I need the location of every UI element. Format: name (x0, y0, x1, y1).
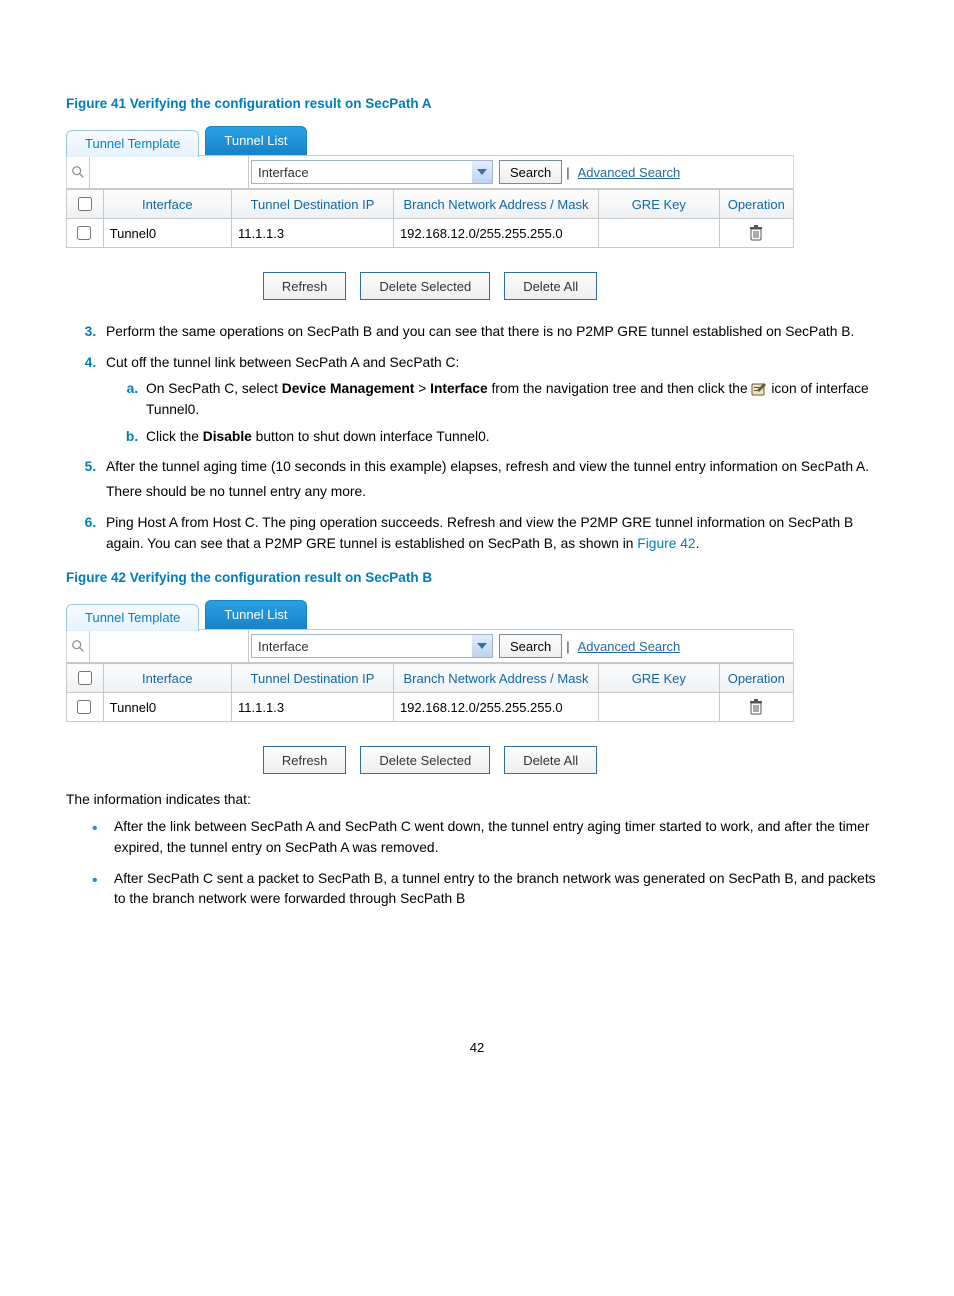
edit-icon (751, 382, 767, 396)
advanced-search-link[interactable]: Advanced Search (578, 165, 681, 180)
th-branch: Branch Network Address / Mask (393, 664, 598, 693)
page-number: 42 (66, 1040, 888, 1055)
table-header-row: Interface Tunnel Destination IP Branch N… (67, 664, 794, 693)
th-tunnel-destination-ip: Tunnel Destination IP (232, 664, 394, 693)
step-4a-text2: from the navigation tree and then click … (488, 381, 752, 396)
info-indicates: The information indicates that: (66, 792, 888, 807)
tab-tunnel-list[interactable]: Tunnel List (205, 126, 306, 155)
cell-tdestip: 11.1.1.3 (232, 219, 394, 248)
filter-select[interactable]: Interface (251, 634, 493, 658)
bullet-2: After SecPath C sent a packet to SecPath… (100, 869, 888, 910)
refresh-button[interactable]: Refresh (263, 746, 347, 774)
step-6-text2: . (696, 536, 700, 551)
separator: | (564, 165, 571, 180)
step-5-text: After the tunnel aging time (10 seconds … (106, 457, 888, 478)
figure-caption-42: Figure 42 Verifying the configuration re… (66, 570, 888, 585)
row-checkbox[interactable] (77, 226, 91, 240)
th-tunnel-destination-ip: Tunnel Destination IP (232, 190, 394, 219)
cell-interface: Tunnel0 (103, 219, 231, 248)
cell-branch: 192.168.12.0/255.255.255.0 (393, 693, 598, 722)
separator: | (564, 639, 571, 654)
bullet-1: After the link between SecPath A and Sec… (100, 817, 888, 858)
cell-branch: 192.168.12.0/255.255.255.0 (393, 219, 598, 248)
search-icon (67, 630, 90, 662)
figure-caption-41: Figure 41 Verifying the configuration re… (66, 96, 888, 111)
th-operation: Operation (719, 190, 793, 219)
step-4b-disable: Disable (203, 429, 252, 444)
select-all-checkbox[interactable] (78, 197, 92, 211)
search-icon (67, 156, 90, 188)
steps-list: Perform the same operations on SecPath B… (66, 322, 888, 554)
figure-42-link[interactable]: Figure 42 (637, 536, 695, 551)
filter-select[interactable]: Interface (251, 160, 493, 184)
tunnel-table: Interface Tunnel Destination IP Branch N… (66, 663, 794, 722)
step-4a: On SecPath C, select Device Management >… (142, 379, 888, 420)
refresh-button[interactable]: Refresh (263, 272, 347, 300)
step-3: Perform the same operations on SecPath B… (100, 322, 888, 343)
tunnel-panel-b: Tunnel Template Tunnel List Interface Se… (66, 595, 794, 774)
th-gre-key: GRE Key (599, 664, 720, 693)
cell-interface: Tunnel0 (103, 693, 231, 722)
step-4a-text1: On SecPath C, select (146, 381, 282, 396)
trash-icon[interactable] (749, 225, 763, 241)
th-interface: Interface (103, 664, 231, 693)
delete-all-button[interactable]: Delete All (504, 746, 597, 774)
step-4b: Click the Disable button to shut down in… (142, 427, 888, 448)
step-4b-text2: button to shut down interface Tunnel0. (252, 429, 490, 444)
tunnel-table: Interface Tunnel Destination IP Branch N… (66, 189, 794, 248)
cell-grekey (599, 693, 720, 722)
advanced-search-link[interactable]: Advanced Search (578, 639, 681, 654)
tab-tunnel-template[interactable]: Tunnel Template (66, 604, 199, 631)
tab-tunnel-list[interactable]: Tunnel List (205, 600, 306, 629)
cell-grekey (599, 219, 720, 248)
tab-tunnel-template[interactable]: Tunnel Template (66, 130, 199, 157)
th-gre-key: GRE Key (599, 190, 720, 219)
trash-icon[interactable] (749, 699, 763, 715)
th-interface: Interface (103, 190, 231, 219)
tunnel-panel-a: Tunnel Template Tunnel List Interface Se… (66, 121, 794, 300)
table-row: Tunnel0 11.1.1.3 192.168.12.0/255.255.25… (67, 219, 794, 248)
step-4a-gt: > (414, 381, 430, 396)
step-4b-text1: Click the (146, 429, 203, 444)
table-row: Tunnel0 11.1.1.3 192.168.12.0/255.255.25… (67, 693, 794, 722)
cell-tdestip: 11.1.1.3 (232, 693, 394, 722)
select-all-checkbox[interactable] (78, 671, 92, 685)
step-5-text2: There should be no tunnel entry any more… (106, 482, 888, 503)
step-4a-devmgmt: Device Management (282, 381, 415, 396)
chevron-down-icon[interactable] (472, 161, 492, 183)
row-checkbox[interactable] (77, 700, 91, 714)
table-header-row: Interface Tunnel Destination IP Branch N… (67, 190, 794, 219)
filter-select-text: Interface (252, 639, 472, 654)
delete-selected-button[interactable]: Delete Selected (360, 746, 490, 774)
filter-select-text: Interface (252, 165, 472, 180)
step-5: After the tunnel aging time (10 seconds … (100, 457, 888, 502)
th-operation: Operation (719, 664, 793, 693)
th-branch: Branch Network Address / Mask (393, 190, 598, 219)
step-6-text1: Ping Host A from Host C. The ping operat… (106, 515, 853, 551)
chevron-down-icon[interactable] (472, 635, 492, 657)
search-button[interactable]: Search (499, 634, 562, 658)
delete-all-button[interactable]: Delete All (504, 272, 597, 300)
bullets-list: After the link between SecPath A and Sec… (66, 817, 888, 910)
step-4a-interface: Interface (430, 381, 488, 396)
search-button[interactable]: Search (499, 160, 562, 184)
step-6: Ping Host A from Host C. The ping operat… (100, 513, 888, 554)
delete-selected-button[interactable]: Delete Selected (360, 272, 490, 300)
step-4: Cut off the tunnel link between SecPath … (100, 353, 888, 448)
